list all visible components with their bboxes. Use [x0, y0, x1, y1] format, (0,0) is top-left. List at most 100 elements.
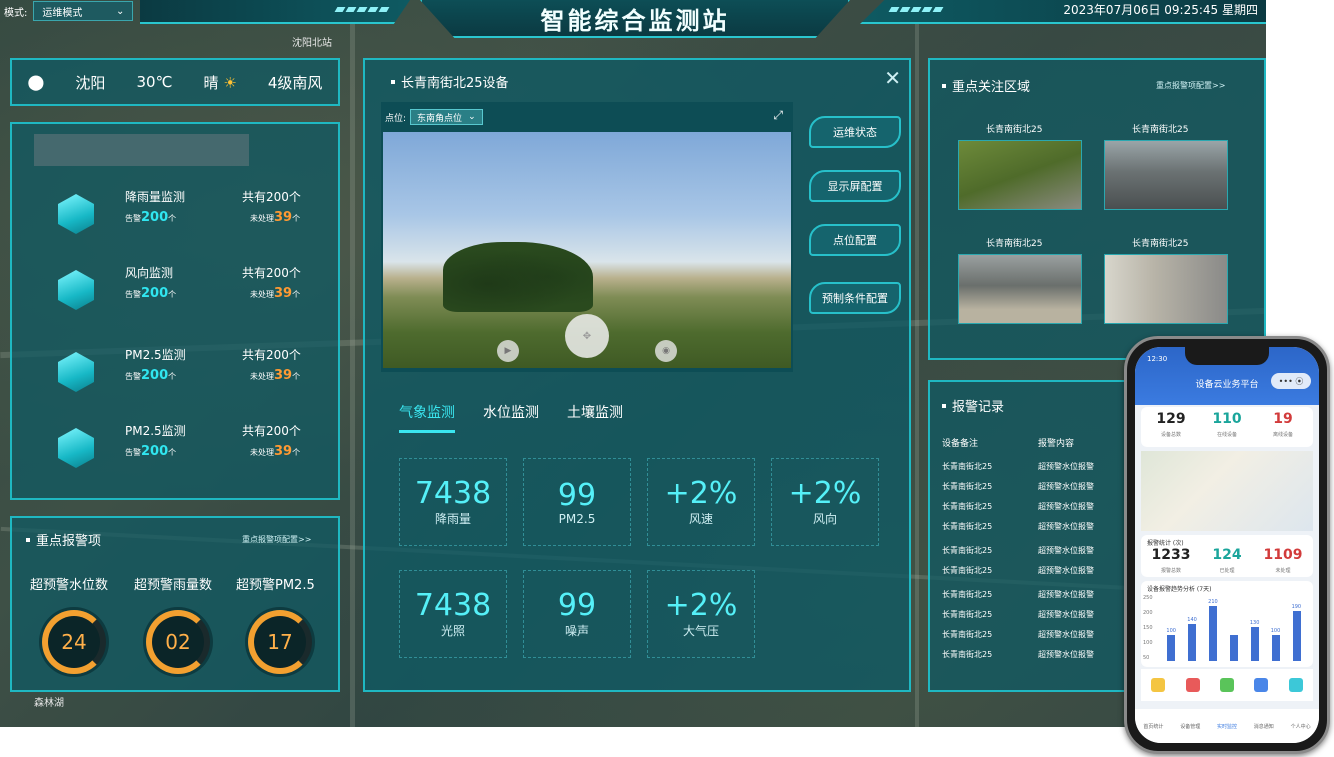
alarm-trend-card: 设备报警趋势分析 (7天) 250 200 150 100 50 100 140 210 13…: [1141, 581, 1313, 667]
header-decor: [888, 7, 944, 12]
stat-card: 99 噪声: [523, 570, 631, 658]
mode-value: 运维模式: [42, 7, 83, 19]
nav-messages[interactable]: 消息通知: [1254, 723, 1274, 730]
weather-panel: ⬤ 沈阳 30℃ 晴 ☀ 4级南风: [10, 58, 340, 106]
stat-value: +2%: [664, 588, 738, 623]
monitor-total: 共有200个: [242, 190, 301, 204]
monitor-name: PM2.5监测: [125, 424, 186, 438]
tab-water-level[interactable]: 水位监测: [483, 402, 539, 433]
table-row[interactable]: 长青南街北25 超预警水位报警: [938, 476, 1138, 496]
stat-card: 99 PM2.5: [523, 458, 631, 546]
nav-devices[interactable]: 设备管理: [1180, 723, 1200, 730]
tab-weather[interactable]: 气象监测: [399, 402, 455, 433]
table-row[interactable]: 长青南街北25 超预警水位报警: [938, 624, 1138, 644]
point-config-button[interactable]: 点位配置: [809, 224, 901, 256]
phone-time: 12:30: [1147, 355, 1168, 363]
phone-map[interactable]: [1141, 451, 1313, 531]
access-control-icon[interactable]: [1254, 678, 1269, 692]
stat-value: 99: [557, 477, 597, 513]
monitor-warn: 告警200个: [125, 286, 177, 301]
thumb-label: 长青南街北25: [986, 239, 1043, 249]
hexagon-icon: [58, 194, 94, 234]
ptz-control[interactable]: ✥: [565, 314, 609, 358]
stat-value: +2%: [664, 476, 738, 511]
focus-config-link[interactable]: 重点报警项配置>>: [1156, 80, 1225, 91]
ops-status-button[interactable]: 运维状态: [809, 116, 901, 148]
table-row[interactable]: 长青南街北25 超预警水位报警: [938, 540, 1138, 560]
point-label: 点位:: [385, 113, 407, 124]
monitor-item[interactable]: 风向监测 共有200个 告警200个 未处理39个: [12, 264, 338, 334]
header-right-bar: 2023年07月06日 09:25:45 星期四: [860, 0, 1266, 24]
monitor-name: 降雨量监测: [125, 190, 186, 204]
nav-profile[interactable]: 个人中心: [1291, 723, 1311, 730]
chart-data-label: 130: [1249, 619, 1260, 626]
gauge-label: 超预警水位数: [30, 578, 109, 593]
preset-config-button[interactable]: 预制条件配置: [809, 282, 901, 314]
display-config-button[interactable]: 显示屏配置: [809, 170, 901, 202]
map-label: 森林湖: [34, 698, 64, 709]
panel-title: 重点报警项: [26, 530, 101, 549]
stat-label: 光照: [440, 624, 465, 638]
device-config-icon[interactable]: [1288, 678, 1303, 692]
stat-card: +2% 大气压: [647, 570, 755, 658]
table-row[interactable]: 长青南街北25 超预警水位报警: [938, 456, 1138, 476]
phone-alarm-value: 124: [1212, 547, 1242, 563]
alarm-config-link[interactable]: 重点报警项配置>>: [242, 534, 311, 545]
table-row[interactable]: 长青南街北25 超预警水位报警: [938, 604, 1138, 624]
area-thumbnail[interactable]: [1104, 140, 1228, 210]
phone-stat-value: 110: [1212, 411, 1242, 427]
monitor-item[interactable]: PM2.5监测 共有200个 告警200个 未处理39个: [12, 346, 338, 416]
point-value: 东南角点位: [417, 113, 463, 124]
close-icon[interactable]: ✕: [884, 66, 901, 90]
location-pin-icon: ⬤: [27, 73, 45, 91]
data-monitor-icon[interactable]: [1219, 678, 1234, 692]
stat-label: 降雨量: [434, 512, 471, 526]
camera-toolbar: 点位: 东南角点位 ⌄: [381, 102, 793, 132]
monitor-summary-panel: 降雨量监测 共有200个 告警200个 未处理39个 风向监测 共有200个 告…: [10, 122, 340, 500]
mode-dropdown[interactable]: 运维模式 ⌄: [33, 1, 134, 21]
sun-icon: ☀: [223, 73, 237, 92]
monitor-item[interactable]: PM2.5监测 共有200个 告警200个 未处理39个: [12, 422, 338, 492]
table-row[interactable]: 长青南街北25 超预警水位报警: [938, 516, 1138, 536]
table-row[interactable]: 长青南街北25 超预警水位报警: [938, 560, 1138, 580]
map-label: 沈阳北站: [292, 38, 332, 49]
gauge-value: 24: [61, 630, 87, 654]
table-row[interactable]: 长青南街北25 超预警水位报警: [938, 496, 1138, 516]
hexagon-icon: [58, 428, 94, 468]
weather-condition-group: 晴 ☀: [204, 72, 237, 93]
table-row[interactable]: 长青南街北25 超预警水位报警: [938, 584, 1138, 604]
chevron-down-icon: ⌄: [115, 5, 125, 17]
weather-wind: 4级南风: [267, 73, 323, 92]
fullscreen-icon[interactable]: ⤢: [773, 108, 783, 123]
table-row[interactable]: 长青南街北25 超预警水位报警: [938, 644, 1138, 664]
monitor-pending: 未处理39个: [250, 368, 301, 383]
tab-soil[interactable]: 土壤监测: [567, 402, 623, 433]
phone-alarm-value: 1109: [1263, 547, 1303, 563]
snapshot-icon[interactable]: ◉: [655, 340, 677, 362]
column-header: 报警内容: [1038, 439, 1075, 449]
record-icon[interactable]: ▶: [497, 340, 519, 362]
area-thumbnail[interactable]: [1104, 254, 1228, 324]
gauge-label: 超预警雨量数: [134, 578, 213, 593]
device-mgmt-icon[interactable]: [1151, 678, 1166, 692]
gauge-ring: 02: [146, 610, 210, 674]
nav-home[interactable]: 首页统计: [1143, 723, 1163, 730]
weather-temp: 30℃: [136, 73, 173, 91]
monitor-warn: 告警200个: [125, 444, 177, 459]
monitor-item[interactable]: 降雨量监测 共有200个 告警200个 未处理39个: [12, 188, 338, 258]
miniapp-capsule[interactable]: ••• ⦿: [1271, 373, 1311, 389]
phone-chart-title: 设备报警趋势分析 (7天): [1147, 586, 1212, 593]
area-thumbnail[interactable]: [958, 254, 1082, 324]
area-thumbnail[interactable]: [958, 140, 1082, 210]
panel-title: 报警记录: [942, 396, 1004, 415]
monitor-total: 共有200个: [242, 266, 301, 280]
phone-shortcuts: [1141, 669, 1313, 701]
camera-feed: ▶ ✥ ◉: [383, 132, 791, 368]
point-dropdown[interactable]: 东南角点位 ⌄: [410, 109, 483, 125]
gauge-ring: 17: [248, 610, 312, 674]
phone-stat-value: 19: [1273, 411, 1293, 427]
mode-label: 模式:: [4, 7, 28, 19]
thumb-label: 长青南街北25: [1132, 239, 1189, 249]
nav-monitor[interactable]: 实时监控: [1217, 723, 1237, 730]
alarm-record-icon[interactable]: [1185, 678, 1200, 692]
